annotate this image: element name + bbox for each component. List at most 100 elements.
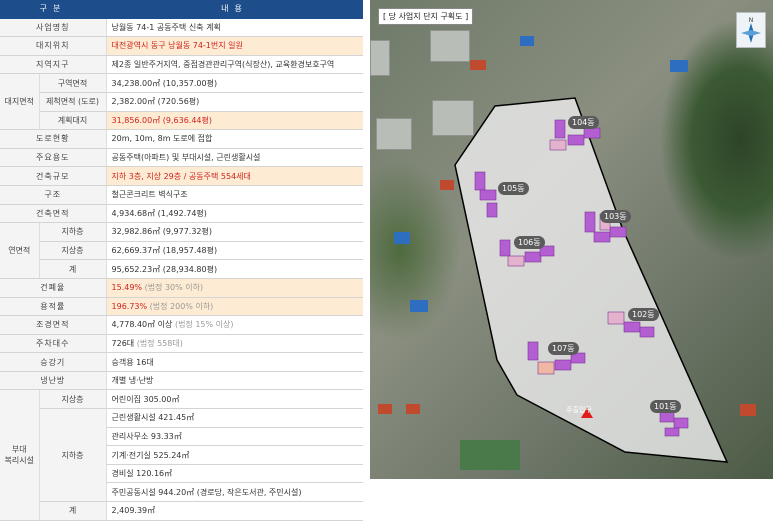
table-row: 냉난방 개별 냉·난방 <box>0 371 363 391</box>
row-value: 95,652.23㎡ (28,934.80평) <box>105 259 363 279</box>
table-row: 대지위치 대전광역시 동구 낭월동 74-1번지 일원 <box>0 36 363 56</box>
row-value: 어린이집 305.00㎡ <box>105 389 363 410</box>
table-row: 계 2,409.39㎡ <box>0 501 363 521</box>
row-value: 낭월동 74-1 공동주택 신축 계획 <box>105 18 363 38</box>
row-label: 계 <box>38 501 107 521</box>
row-label: 지상층 <box>38 241 107 261</box>
row-value: 철근콘크리트 벽식구조 <box>105 185 363 205</box>
row-value: 대전광역시 동구 낭월동 74-1번지 일원 <box>105 36 363 56</box>
building-label-106: 106동 <box>514 236 545 249</box>
row-value: 승객용 16대 <box>105 352 363 372</box>
table-row: 지상층 62,669.37㎡ (18,957.48평) <box>0 241 363 261</box>
row-value: 주민공동시설 944.20㎡ (경로당, 작은도서관, 주민시설) <box>105 482 363 503</box>
value-main: 196.73% <box>111 301 148 311</box>
header-category: 구분 <box>0 0 107 19</box>
row-value: 32,982.86㎡ (9,977.32평) <box>105 222 363 242</box>
row-label: 계 <box>38 259 107 279</box>
row-value: 34,238.00㎡ (10,357.00평) <box>105 73 363 93</box>
row-value: 15.49% (법정 30% 이하) <box>105 278 363 298</box>
row-label: 구역면적 <box>38 73 107 93</box>
row-label: 건축면적 <box>0 204 107 224</box>
table-row: 도로현황 20m, 10m, 8m 도로에 접합 <box>0 129 363 149</box>
building-label-103: 103동 <box>600 210 631 223</box>
group-label: 대지면적 <box>0 73 40 131</box>
table-row: 용적률 196.73% (법정 200% 이하) <box>0 297 363 317</box>
value-note: (법정 15% 이상) <box>174 320 234 330</box>
overview-table: 구분 내용 사업명칭 낭월동 74-1 공동주택 신축 계획 대지위치 대전광역시 … <box>0 0 363 521</box>
table-row: 계 95,652.23㎡ (28,934.80평) <box>0 259 363 279</box>
site-map: [ 당 사업지 단지 구획도 ] N 104동 105동 103동 106동 1… <box>370 0 773 479</box>
row-value: 196.73% (법정 200% 이하) <box>105 297 363 317</box>
header-content: 내용 <box>106 0 363 19</box>
table-row: 지역지구 제2종 일반주거지역, 중점경관관리구역(식장산), 교육환경보호구역 <box>0 55 363 75</box>
value-main: 15.49% <box>111 283 143 293</box>
row-value: 2,382.00㎡ (720.56평) <box>105 92 363 112</box>
table-row: 승강기 승객용 16대 <box>0 352 363 372</box>
table-row: 건축규모 지하 3층, 지상 29층 / 공동주택 554세대 <box>0 166 363 186</box>
row-label: 조경면적 <box>0 315 107 335</box>
row-value: 62,669.37㎡ (18,957.48평) <box>105 241 363 261</box>
table-row: 건축면적 4,934.68㎡ (1,492.74평) <box>0 204 363 224</box>
row-label: 용적률 <box>0 297 107 317</box>
building-label-101: 101동 <box>650 400 681 413</box>
row-label: 지하층 <box>38 408 107 503</box>
compass-icon: N <box>736 12 766 48</box>
row-value: 제2종 일반주거지역, 중점경관관리구역(식장산), 교육환경보호구역 <box>105 55 363 75</box>
value-main: 4,778.40㎡ 이상 <box>111 320 173 330</box>
row-label: 도로현황 <box>0 129 107 149</box>
building-label-104: 104동 <box>568 116 599 129</box>
building-label-105: 105동 <box>498 182 529 195</box>
overview-table-panel: 구분 내용 사업명칭 낭월동 74-1 공동주택 신축 계획 대지위치 대전광역시 … <box>0 0 363 521</box>
row-label: 구조 <box>0 185 107 205</box>
value-note: (법정 30% 이하) <box>144 283 204 293</box>
row-value: 경비실 120.16㎡ <box>105 464 363 484</box>
table-row: 연면적 지하층 32,982.86㎡ (9,977.32평) <box>0 222 363 279</box>
value-note: (법정 558대) <box>136 338 183 348</box>
group-label: 부대 복리시설 <box>0 389 40 521</box>
row-label: 냉난방 <box>0 371 107 391</box>
row-value: 4,778.40㎡ 이상 (법정 15% 이상) <box>105 315 363 335</box>
table-row: 대지면적 구역면적 34,238.00㎡ (10,357.00평) <box>0 73 363 131</box>
building-label-107: 107동 <box>548 342 579 355</box>
row-label: 대지위치 <box>0 36 107 56</box>
map-title: [ 당 사업지 단지 구획도 ] <box>378 8 474 25</box>
row-label: 건축규모 <box>0 166 107 186</box>
row-value: 2,409.39㎡ <box>105 501 363 521</box>
row-value: 31,856.00㎡ (9,636.44평) <box>105 111 363 131</box>
building-label-102: 102동 <box>628 308 659 321</box>
table-row: 사업명칭 낭월동 74-1 공동주택 신축 계획 <box>0 18 363 38</box>
table-row: 지하층 근린생활시설 421.45㎡ <box>0 408 363 503</box>
table-row: 건폐율 15.49% (법정 30% 이하) <box>0 278 363 298</box>
table-row: 조경면적 4,778.40㎡ 이상 (법정 15% 이상) <box>0 315 363 335</box>
row-value: 4,934.68㎡ (1,492.74평) <box>105 204 363 224</box>
group-label: 연면적 <box>0 222 40 279</box>
row-value: 근린생활시설 421.45㎡ <box>105 408 363 428</box>
row-value: 기계·전기실 525.24㎡ <box>105 445 363 465</box>
row-value: 20m, 10m, 8m 도로에 접합 <box>105 129 363 149</box>
row-label: 지하층 <box>38 222 107 242</box>
table-header: 구분 내용 <box>0 0 363 19</box>
row-label: 제척면적 (도로) <box>38 92 107 112</box>
table-row: 계획대지 31,856.00㎡ (9,636.44평) <box>0 111 363 131</box>
svg-text:N: N <box>749 17 754 24</box>
row-label: 승강기 <box>0 352 107 372</box>
row-label: 계획대지 <box>38 111 107 131</box>
table-row: 제척면적 (도로) 2,382.00㎡ (720.56평) <box>0 92 363 112</box>
table-row: 부대 복리시설 지상층 어린이집 305.00㎡ <box>0 389 363 521</box>
row-value: 공동주택(아파트) 및 부대시설, 근린생활시설 <box>105 148 363 168</box>
main-entrance-label: 주출입구 <box>566 406 592 414</box>
table-row: 주요용도 공동주택(아파트) 및 부대시설, 근린생활시설 <box>0 148 363 168</box>
value-main: 726대 <box>111 338 135 348</box>
row-value: 관리사무소 93.33㎡ <box>105 427 363 447</box>
value-note: (법정 200% 이하) <box>149 301 214 311</box>
row-label: 주차대수 <box>0 334 107 354</box>
row-label: 지상층 <box>38 389 107 410</box>
row-label: 건폐율 <box>0 278 107 298</box>
table-row: 주차대수 726대 (법정 558대) <box>0 334 363 354</box>
row-label: 주요용도 <box>0 148 107 168</box>
row-value: 지하 3층, 지상 29층 / 공동주택 554세대 <box>105 166 363 186</box>
row-value: 개별 냉·난방 <box>105 371 363 391</box>
row-label: 사업명칭 <box>0 18 107 38</box>
row-label: 지역지구 <box>0 55 107 75</box>
table-row: 구조 철근콘크리트 벽식구조 <box>0 185 363 205</box>
